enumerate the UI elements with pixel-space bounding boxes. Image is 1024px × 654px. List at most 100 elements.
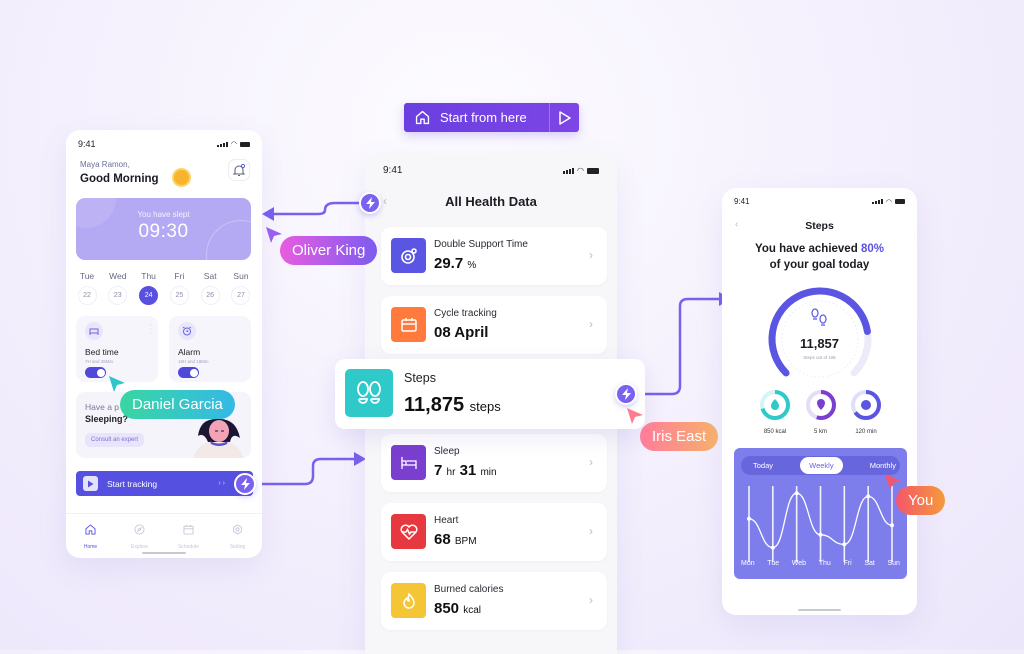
data-point-tue	[770, 545, 775, 550]
signal-icon	[563, 167, 575, 174]
chevrons-icon: › ›	[218, 480, 225, 487]
more-options-icon[interactable]: · · ·	[150, 322, 152, 337]
health-item-cycle-tracking[interactable]: Cycle tracking 08 April ›	[381, 296, 607, 354]
item-value: 850 kcal	[434, 600, 481, 617]
steps-screen: 9:41 ◠ ‹ Steps You have achieved 80% of y…	[722, 188, 917, 615]
footprints-icon	[811, 308, 827, 326]
ring-label: 120 min	[855, 429, 877, 435]
tab-label: Explore	[131, 544, 148, 550]
bed-time-toggle[interactable]	[85, 367, 106, 378]
alarm-subtitle: 16H and 18Min	[178, 359, 209, 364]
data-point-mon	[747, 516, 751, 521]
collaborator-tag-iris: Iris East	[640, 422, 719, 451]
consult-expert-button[interactable]: Consult an expert	[85, 433, 145, 447]
start-from-here-button[interactable]: Start from here	[404, 103, 579, 132]
ring-label: 5 km	[813, 429, 827, 435]
chevron-right-icon: ›	[589, 248, 593, 262]
target-icon	[391, 238, 426, 273]
goal-percent: 80%	[860, 243, 884, 255]
item-title: Cycle tracking	[434, 308, 497, 319]
flow-node-bolt-icon[interactable]	[615, 383, 637, 405]
collaborator-tag-daniel: Daniel Garcia	[120, 390, 235, 419]
data-point-sun	[890, 523, 894, 528]
flow-node-bolt-icon[interactable]	[234, 473, 256, 495]
x-tick-label: Mon	[741, 560, 755, 567]
greeting: Good Morning	[80, 173, 159, 185]
location-pin-icon	[816, 399, 825, 410]
notification-button[interactable]	[228, 159, 250, 181]
start-tracking-button[interactable]: Start tracking › ›	[76, 471, 253, 496]
start-tracking-label: Start tracking	[107, 478, 158, 489]
wifi-icon: ◠	[885, 198, 892, 206]
segment-today[interactable]: Today	[753, 461, 773, 470]
day-name: Thu	[141, 271, 156, 281]
sleeping-girl-illustration	[193, 418, 244, 458]
battery-icon	[895, 199, 905, 204]
wifi-icon: ◠	[230, 141, 237, 148]
day-date: 24	[139, 286, 159, 305]
day-item[interactable]: Tue 22	[72, 271, 102, 305]
cursor-daniel-icon	[109, 376, 125, 392]
item-value: 68 BPM	[434, 531, 477, 548]
status-bar: 9:41 ◠	[365, 154, 617, 176]
steps-goal-gauge	[768, 287, 872, 378]
goal-achievement-text: You have achieved 80% of your goal today	[755, 243, 884, 271]
bed-time-title: Bed time	[85, 347, 119, 357]
steps-card-highlighted[interactable]: Steps 11,875 steps	[335, 359, 645, 429]
user-name: Maya Ramon,	[80, 160, 130, 169]
item-title: Burned calories	[434, 584, 504, 595]
start-from-here-label: Start from here	[440, 110, 527, 125]
metric-ring: 850 kcal	[758, 388, 792, 435]
cursor-you-icon	[885, 474, 901, 490]
bell-icon	[233, 163, 245, 176]
signal-icon	[871, 199, 883, 204]
status-bar: 9:41 ◠	[722, 188, 917, 206]
segment-weekly[interactable]: Weekly	[800, 457, 843, 474]
gauge-progress	[768, 287, 871, 377]
home-indicator	[798, 609, 841, 611]
x-tick-label: Thu	[818, 560, 831, 567]
health-item-double-support[interactable]: Double Support Time 29.7 % ›	[381, 227, 607, 285]
health-item-sleep[interactable]: Sleep 7 hr 31 min ›	[381, 434, 607, 492]
day-name: Fri	[174, 271, 185, 281]
flow-node-bolt-icon[interactable]	[359, 192, 381, 214]
home-screen: 9:41 ◠ Maya Ramon, Good Morning You have…	[66, 130, 262, 558]
health-item-burned-calories[interactable]: Burned calories 850 kcal ›	[381, 572, 607, 630]
day-name: Sun	[233, 271, 249, 281]
segment-monthly[interactable]: Monthly	[870, 461, 896, 470]
metric-rings: 850 kcal 5 km 120 min	[758, 388, 883, 435]
day-item[interactable]: Sat 26	[195, 271, 225, 305]
compass-icon	[134, 524, 145, 535]
day-item[interactable]: Sun 27	[226, 271, 256, 305]
day-item[interactable]: Thu 24	[134, 271, 164, 305]
health-item-heart[interactable]: Heart 68 BPM ›	[381, 503, 607, 561]
day-date: 23	[108, 286, 128, 305]
play-icon[interactable]	[549, 103, 579, 132]
collaborator-tag-oliver: Oliver King	[280, 236, 378, 265]
alarm-toggle[interactable]	[178, 367, 199, 378]
slept-card: You have slept 09:30	[76, 198, 251, 260]
day-selector: Tue 22 Wed 23 Thu 24 Fri 25 Sat 26 Sun 27	[72, 271, 256, 305]
arrowhead-left	[262, 207, 274, 221]
heart-pulse-icon	[391, 514, 426, 549]
period-segmented-control: Today Weekly Monthly	[741, 456, 900, 475]
bed-time-subtitle: 7H and 28Min	[85, 359, 114, 364]
connector-steps-to-stepsscreen	[636, 297, 722, 396]
item-title: Sleep	[434, 446, 460, 457]
data-point-web	[794, 491, 799, 496]
tab-label: Home	[83, 544, 98, 550]
bed-time-card[interactable]: · · · Bed time 7H and 28Min	[76, 316, 158, 382]
gear-icon	[233, 524, 242, 535]
x-tick-label: Web	[791, 560, 807, 567]
flame-icon	[391, 583, 426, 618]
collaborator-tag-you: You	[896, 486, 946, 515]
tab-home[interactable]: Home	[71, 523, 111, 558]
data-point-fri	[842, 542, 847, 547]
day-item[interactable]: Wed 23	[103, 271, 133, 305]
day-item[interactable]: Fri 25	[164, 271, 194, 305]
tab-setting[interactable]: Setting	[218, 523, 258, 558]
day-name: Wed	[109, 271, 127, 281]
ring-label: 850 kcal	[763, 429, 787, 435]
alarm-card[interactable]: Alarm 16H and 18Min	[169, 316, 251, 382]
gauge-steps-value: 11,857	[799, 336, 840, 351]
